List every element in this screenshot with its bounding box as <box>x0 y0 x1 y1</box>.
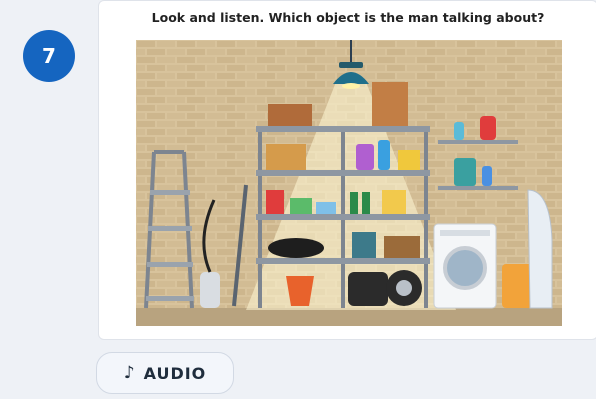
question-number-badge: 7 <box>23 30 75 82</box>
audio-button[interactable]: ♪ AUDIO <box>96 352 234 394</box>
audio-button-label: AUDIO <box>143 363 207 383</box>
garage-illustration <box>136 40 562 326</box>
tire-stack <box>348 272 388 306</box>
question-prompt: Look and listen. Which object is the man… <box>151 10 545 25</box>
music-note-icon: ♪ <box>123 363 136 383</box>
floor <box>136 308 562 326</box>
garage-scene-svg <box>136 40 562 326</box>
